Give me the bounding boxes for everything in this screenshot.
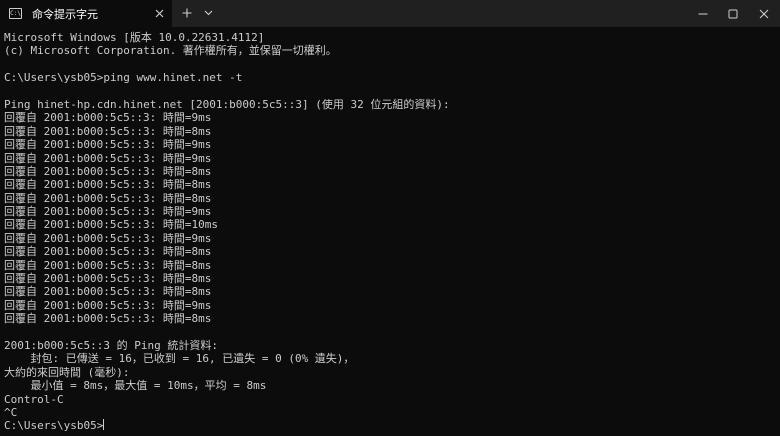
terminal-line: 回覆自 2001:b000:5c5::3: 時間=9ms: [4, 205, 212, 219]
terminal-line: 2001:b000:5c5::3 的 Ping 統計資料:: [4, 338, 218, 352]
terminal-line: 回覆自 2001:b000:5c5::3: 時間=9ms: [4, 151, 212, 165]
close-icon: [155, 9, 163, 17]
tab-dropdown-button[interactable]: [201, 5, 215, 21]
tab-title: 命令提示字元: [32, 7, 98, 21]
terminal-line: 回覆自 2001:b000:5c5::3: 時間=10ms: [4, 218, 218, 232]
terminal-line: 最小值 = 8ms，最大值 = 10ms，平均 = 8ms: [4, 379, 267, 393]
terminal-icon: C:\: [9, 8, 22, 19]
terminal-line: 回覆自 2001:b000:5c5::3: 時間=8ms: [4, 191, 212, 205]
terminal-line: 回覆自 2001:b000:5c5::3: 時間=8ms: [4, 312, 212, 326]
maximize-icon: [728, 9, 738, 18]
terminal-line: 回覆自 2001:b000:5c5::3: 時間=8ms: [4, 124, 212, 138]
terminal-line: (c) Microsoft Corporation. 著作權所有，並保留一切權利…: [4, 44, 337, 58]
terminal-line: 回覆自 2001:b000:5c5::3: 時間=9ms: [4, 138, 212, 152]
command-prompt-line[interactable]: C:\Users\ysb05>: [4, 419, 774, 432]
terminal-line: 回覆自 2001:b000:5c5::3: 時間=8ms: [4, 245, 212, 259]
terminal-window: C:\ 命令提示字元 Microsoft Windows [版本 10.0.22…: [0, 0, 780, 436]
terminal-line: 回覆自 2001:b000:5c5::3: 時間=8ms: [4, 178, 212, 192]
terminal-line: 回覆自 2001:b000:5c5::3: 時間=8ms: [4, 272, 212, 286]
terminal-line: 回覆自 2001:b000:5c5::3: 時間=8ms: [4, 258, 212, 272]
close-window-button[interactable]: [748, 0, 780, 27]
terminal-line: 回覆自 2001:b000:5c5::3: 時間=9ms: [4, 298, 212, 312]
terminal-line: Microsoft Windows [版本 10.0.22631.4112]: [4, 31, 265, 44]
title-bar: C:\ 命令提示字元: [0, 0, 780, 27]
minimize-button[interactable]: [688, 0, 718, 27]
terminal-line: 大約的來回時間 (毫秒):: [4, 365, 130, 379]
plus-icon: [182, 8, 192, 18]
terminal-line: 回覆自 2001:b000:5c5::3: 時間=8ms: [4, 285, 212, 299]
terminal-line: 回覆自 2001:b000:5c5::3: 時間=9ms: [4, 231, 212, 245]
prompt-text: C:\Users\ysb05>: [4, 419, 104, 433]
terminal-line: 封包: 已傳送 = 16，已收到 = 16, 已遺失 = 0 (0% 遺失)，: [4, 352, 355, 366]
terminal-line: ^C: [4, 405, 18, 419]
new-tab-button[interactable]: [179, 5, 195, 21]
terminal-line: Control-C: [4, 392, 64, 406]
maximize-button[interactable]: [718, 0, 748, 27]
close-icon: [759, 9, 769, 18]
text-cursor: [103, 419, 105, 431]
chevron-down-icon: [204, 10, 212, 16]
minimize-icon: [698, 13, 708, 14]
terminal-output[interactable]: Microsoft Windows [版本 10.0.22631.4112] (…: [4, 31, 774, 433]
terminal-line: Ping hinet-hp.cdn.hinet.net [2001:b000:5…: [4, 97, 450, 111]
terminal-line: 回覆自 2001:b000:5c5::3: 時間=9ms: [4, 111, 212, 125]
terminal-line: C:\Users\ysb05>ping www.hinet.net -t: [4, 71, 243, 85]
terminal-line: 回覆自 2001:b000:5c5::3: 時間=8ms: [4, 164, 212, 178]
tab-close-button[interactable]: [152, 6, 166, 20]
tab-command-prompt[interactable]: C:\ 命令提示字元: [0, 0, 172, 27]
